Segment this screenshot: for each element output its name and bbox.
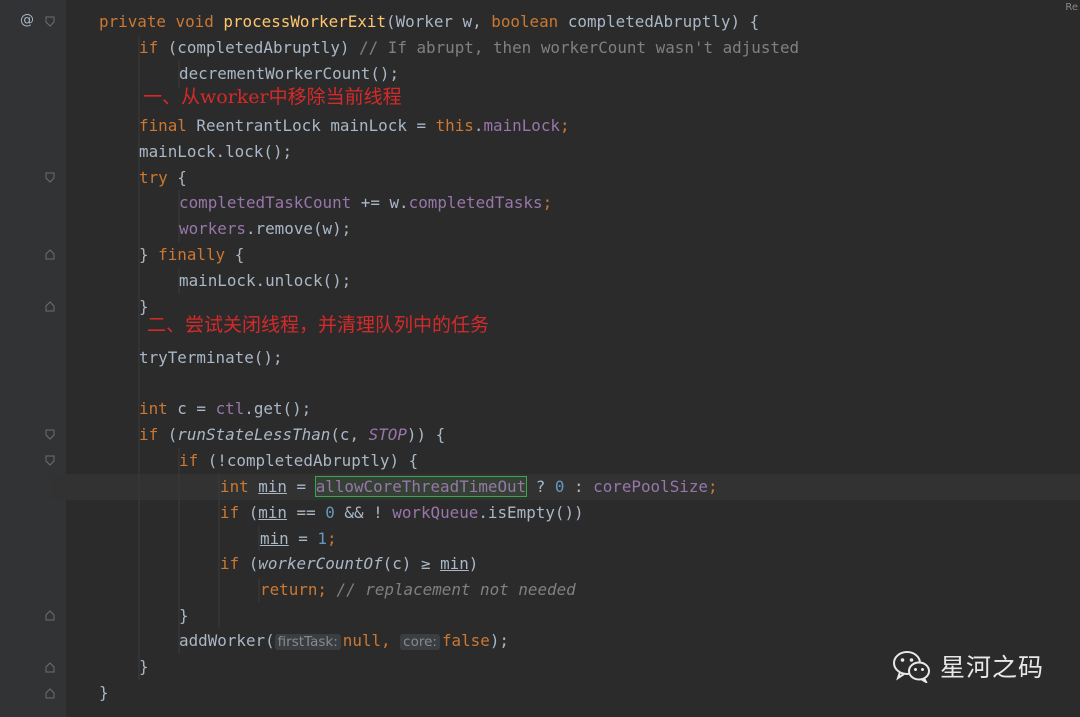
fold-icon[interactable] <box>45 429 55 440</box>
highlighted-identifier: allowCoreThreadTimeOut <box>314 476 528 497</box>
code-line[interactable]: } <box>99 680 109 706</box>
code-line[interactable]: tryTerminate(); <box>139 345 283 371</box>
param-hint: core: <box>400 634 440 650</box>
code-line[interactable]: completedTaskCount += w.completedTasks; <box>179 190 552 216</box>
code-line[interactable]: if (runStateLessThan(c, STOP)) { <box>139 422 445 448</box>
fold-icon[interactable] <box>45 172 55 183</box>
code-line[interactable]: mainLock.unlock(); <box>179 268 351 294</box>
code-line[interactable]: if (!completedAbruptly) { <box>179 448 418 474</box>
wechat-icon <box>892 651 930 683</box>
code-line[interactable]: mainLock.lock(); <box>139 139 292 165</box>
override-marker-icon[interactable]: @ <box>20 12 34 28</box>
code-line[interactable]: try { <box>139 165 187 191</box>
annotation-remove-worker: 一、从worker中移除当前线程 <box>143 86 402 108</box>
code-line[interactable]: if (min == 0 && ! workQueue.isEmpty()) <box>220 500 584 526</box>
param-hint: firstTask: <box>274 634 341 650</box>
fold-icon[interactable] <box>45 610 55 621</box>
code-line[interactable]: int c = ctl.get(); <box>139 396 311 422</box>
editor-gutter[interactable] <box>0 0 66 717</box>
code-line[interactable]: int min = allowCoreThreadTimeOut ? 0 : c… <box>220 474 718 500</box>
watermark: 星河之码 <box>892 648 1044 684</box>
top-right-label: Re <box>1065 2 1078 13</box>
fold-icon[interactable] <box>45 301 55 312</box>
fold-icon[interactable] <box>45 688 55 699</box>
fold-icon[interactable] <box>45 662 55 673</box>
code-line[interactable]: return; // replacement not needed <box>260 577 576 603</box>
code-line[interactable]: } <box>179 603 189 629</box>
code-line[interactable]: addWorker(firstTask: null, core: false); <box>179 628 509 654</box>
code-line[interactable]: if (completedAbruptly) // If abrupt, the… <box>139 35 799 61</box>
code-line[interactable]: workers.remove(w); <box>179 216 351 242</box>
code-line[interactable]: final ReentrantLock mainLock = this.main… <box>139 113 570 139</box>
fold-icon[interactable] <box>45 249 55 260</box>
annotation-try-terminate: 二、尝试关闭线程，并清理队列中的任务 <box>147 314 490 336</box>
code-line[interactable]: private void processWorkerExit(Worker w,… <box>99 9 759 35</box>
code-line[interactable]: if (workerCountOf(c) ≥ min) <box>220 551 478 577</box>
fold-icon[interactable] <box>45 455 55 466</box>
watermark-text: 星河之码 <box>939 653 1044 682</box>
code-line[interactable]: } <box>139 654 149 680</box>
code-line[interactable]: } finally { <box>139 242 244 268</box>
fold-icon[interactable] <box>45 16 55 27</box>
code-line[interactable]: min = 1; <box>260 526 337 552</box>
